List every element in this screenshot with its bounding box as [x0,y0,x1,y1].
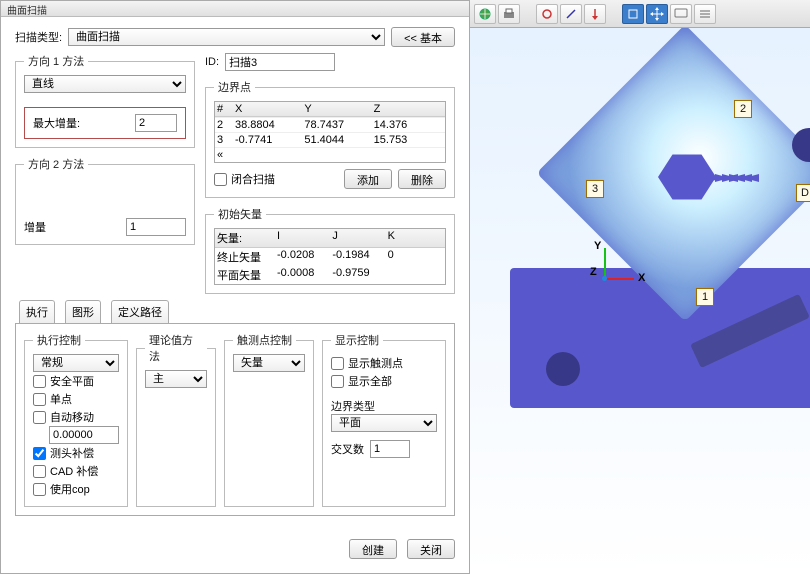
disp-all-check[interactable]: 显示全部 [331,372,437,390]
3d-scene[interactable]: 2 3 D 1 Y X Z [470,28,810,574]
scan-type-select[interactable]: 曲面扫描 [68,28,385,46]
contact-control-fieldset: 触测点控制 矢量 [224,332,314,507]
dir1-method-select[interactable]: 直线 [24,75,186,93]
scan-type-label: 扫描类型: [15,29,62,45]
ivec-legend: 初始矢量 [214,206,266,222]
automove-check[interactable]: 自动移动 [33,408,119,426]
dialog-title: 曲面扫描 [1,1,469,17]
tab-execute[interactable]: 执行 [19,300,55,323]
table-row[interactable]: 平面矢量 -0.0008 -0.9759 [215,266,445,284]
cadcomp-check[interactable]: CAD 补偿 [33,462,119,480]
exec-control-fieldset: 执行控制 常规 安全平面 单点 自动移动 测头补偿 CAD 补偿 使用cop [24,332,128,507]
tab-graphic[interactable]: 图形 [65,300,101,323]
safe-plane-check[interactable]: 安全平面 [33,372,119,390]
globe-icon[interactable] [474,4,496,24]
dir2-legend: 方向 2 方法 [24,156,88,172]
automove-input[interactable] [49,426,119,444]
boundary-points-fieldset: 边界点 # X Y Z 2 38.8804 78.7437 [205,79,455,198]
dir2-inc-label: 增量 [24,219,46,235]
theoretical-fieldset: 理论值方法 主 [136,332,216,507]
tab-define-path[interactable]: 定义路径 [111,300,169,323]
table-row[interactable]: 3 -0.7741 51.4044 15.753 [215,132,445,147]
fins [720,163,748,193]
basic-button[interactable]: << 基本 [391,27,455,47]
boundary-type-label: 边界类型 [331,398,437,414]
theo-select[interactable]: 主 [145,370,207,388]
menu-icon[interactable] [694,4,716,24]
col-y: Y [304,103,373,115]
add-button[interactable]: 添加 [344,169,392,189]
headcomp-check[interactable]: 测头补偿 [33,444,119,462]
dir2-fieldset: 方向 2 方法 增量 [15,156,195,245]
close-button[interactable]: 关闭 [407,539,455,559]
boundary-legend: 边界点 [214,79,255,95]
max-inc-label: 最大增量: [33,115,80,131]
dir1-legend: 方向 1 方法 [24,53,88,69]
boundary-type-select[interactable]: 平面 [331,414,437,432]
ruler-icon[interactable] [622,4,644,24]
close-scan-check[interactable]: 闭合扫描 [214,170,275,188]
marker-2[interactable]: 2 [734,100,752,118]
single-point-check[interactable]: 单点 [33,390,119,408]
marker-3[interactable]: 3 [586,180,604,198]
hole-icon [546,352,580,386]
id-input[interactable] [225,53,335,71]
dir2-inc-input[interactable] [126,218,186,236]
contact-select[interactable]: 矢量 [233,354,305,372]
cross-input[interactable] [370,440,410,458]
table-row[interactable]: 终止矢量 -0.0208 -0.1984 0 [215,248,445,266]
display-control-fieldset: 显示控制 显示触测点 显示全部 边界类型 平面 交叉数 [322,332,446,507]
col-z: Z [374,103,443,115]
scan-dialog: 曲面扫描 扫描类型: 曲面扫描 << 基本 方向 1 方法 直线 最大增量: [0,0,470,574]
id-label: ID: [205,56,219,68]
marker-1[interactable]: 1 [696,288,714,306]
marker-d[interactable]: D [796,184,810,202]
col-n: # [217,103,235,115]
max-increment-box: 最大增量: [24,107,186,139]
cross-label: 交叉数 [331,441,364,457]
chat-icon[interactable] [670,4,692,24]
table-row[interactable]: 2 38.8804 78.7437 14.376 [215,117,445,132]
dir1-fieldset: 方向 1 方法 直线 最大增量: [15,53,195,148]
viewport-panel: 2 3 D 1 Y X Z [470,0,810,574]
move-icon[interactable] [646,4,668,24]
print-icon[interactable] [498,4,520,24]
exec-mode-select[interactable]: 常规 [33,354,119,372]
max-inc-input[interactable] [135,114,177,132]
disp-touch-check[interactable]: 显示触测点 [331,354,437,372]
tabs: 执行 图形 定义路径 [15,300,455,324]
col-x: X [235,103,304,115]
boundary-table[interactable]: # X Y Z 2 38.8804 78.7437 14.376 [214,101,446,163]
vector-table[interactable]: 矢量: I J K 终止矢量 -0.0208 -0.1984 0 [214,228,446,285]
create-button[interactable]: 创建 [349,539,397,559]
arrow-down-icon[interactable] [584,4,606,24]
circle-icon[interactable] [536,4,558,24]
delete-button[interactable]: 删除 [398,169,446,189]
line-icon[interactable] [560,4,582,24]
initial-vector-fieldset: 初始矢量 矢量: I J K 终止矢量 -0.0208 -0 [205,206,455,294]
usecop-check[interactable]: 使用cop [33,480,119,498]
viewport-toolbar [470,0,810,28]
